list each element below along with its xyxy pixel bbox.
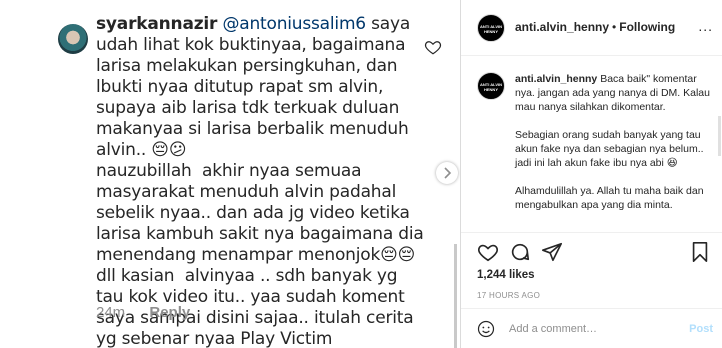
comment-meta: 24m Reply [96, 304, 190, 321]
caption-avatar[interactable]: ANTI ALVIN HENNY [477, 72, 505, 100]
post-time[interactable]: 17 HOURS AGO [477, 291, 540, 300]
comment-body: syarkannazir @antoniussalim6 saya udah l… [96, 14, 426, 348]
heart-icon[interactable] [424, 38, 442, 56]
comment-username[interactable]: syarkannazir [96, 14, 217, 34]
commenter-avatar[interactable] [58, 24, 88, 54]
comment-mention[interactable]: @antoniussalim6 [222, 14, 366, 34]
comment-text: saya udah lihat kok buktinyaa, bagaimana… [96, 14, 424, 348]
caption-text: anti.alvin_henny Baca baik" komentar nya… [515, 72, 715, 226]
more-options-button[interactable]: ... [698, 18, 713, 34]
emoji-icon[interactable] [477, 320, 495, 338]
zoomed-comment-panel: syarkannazir @antoniussalim6 saya udah l… [0, 0, 458, 348]
header-separator: • [612, 20, 617, 34]
scrollbar[interactable] [454, 244, 457, 348]
share-icon[interactable] [541, 241, 563, 263]
caption-area: ANTI ALVIN HENNY anti.alvin_henny Baca b… [461, 56, 722, 232]
post-comment-button[interactable]: Post [689, 323, 713, 335]
following-button[interactable]: Following [619, 20, 675, 34]
likes-count[interactable]: 1,244 likes [477, 269, 535, 281]
heart-icon[interactable] [477, 241, 499, 263]
header-username[interactable]: anti.alvin_henny [515, 20, 609, 34]
header-username-row: anti.alvin_henny • Following [515, 20, 675, 34]
chevron-right-icon [444, 167, 452, 179]
add-comment-bar: Add a comment… Post [461, 308, 722, 348]
comment-icon[interactable] [509, 241, 531, 263]
bookmark-icon[interactable] [689, 241, 711, 263]
add-comment-input[interactable]: Add a comment… [509, 323, 597, 335]
comment-time: 24m [96, 304, 126, 321]
caption-username[interactable]: anti.alvin_henny [515, 73, 597, 85]
caption-paragraph-2: Sebagian orang sudah banyak yang tau aku… [515, 129, 704, 169]
caption-scrollbar[interactable] [718, 116, 721, 156]
profile-avatar[interactable]: ANTI ALVIN HENNY [477, 14, 505, 42]
next-arrow-button[interactable] [436, 162, 458, 184]
post-panel: ANTI ALVIN HENNY anti.alvin_henny • Follow… [460, 0, 722, 348]
post-header: ANTI ALVIN HENNY anti.alvin_henny • Follow… [461, 0, 722, 56]
caption-paragraph-3: Alhamdulillah ya. Allah tu maha baik dan… [515, 185, 704, 211]
reply-button[interactable]: Reply [149, 304, 190, 321]
